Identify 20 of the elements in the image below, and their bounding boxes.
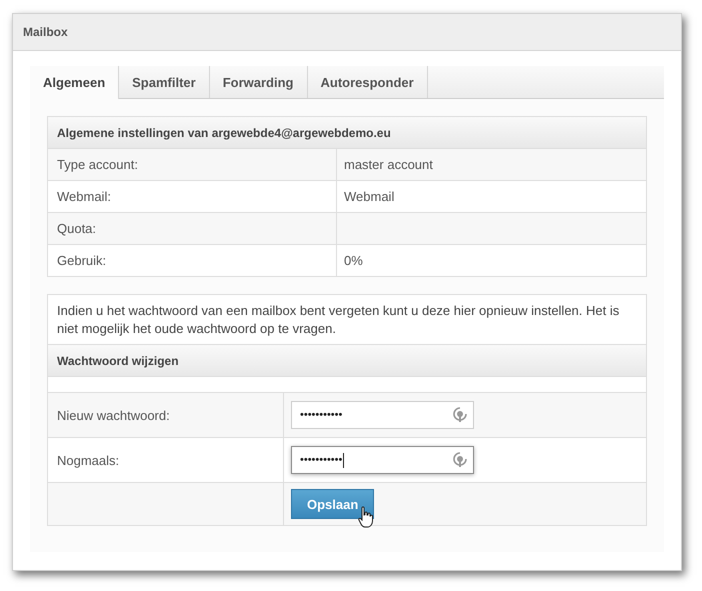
value-cell-text: Webmail <box>343 188 396 206</box>
key-icon <box>453 407 467 423</box>
label-cell: Quota: <box>48 213 337 244</box>
label-cell: Type account: <box>48 149 337 180</box>
tab[interactable]: Spamfilter <box>119 66 210 98</box>
field-label: Nogmaals: <box>48 438 284 482</box>
label-cell: Gebruik: <box>48 245 337 276</box>
table-heading: Algemene instellingen van argewebde4@argewebdemo.eu <box>48 117 646 149</box>
password-field[interactable]: ••••••••••• <box>291 401 474 429</box>
value-cell-text: 0% <box>343 252 364 270</box>
value-cell-text: master account <box>343 156 434 174</box>
tab[interactable]: Algemeen <box>30 66 120 99</box>
window-title: Mailbox <box>23 25 68 39</box>
tab[interactable]: Autoresponder <box>308 66 428 98</box>
field-label: Nieuw wachtwoord: <box>48 393 284 437</box>
label-cell: Webmail: <box>48 181 337 212</box>
tab[interactable]: Forwarding <box>210 66 308 98</box>
key-icon <box>453 452 467 468</box>
table-heading: Wachtwoord wijzigen <box>48 345 646 377</box>
password-field[interactable]: ••••••••••• <box>291 446 474 474</box>
